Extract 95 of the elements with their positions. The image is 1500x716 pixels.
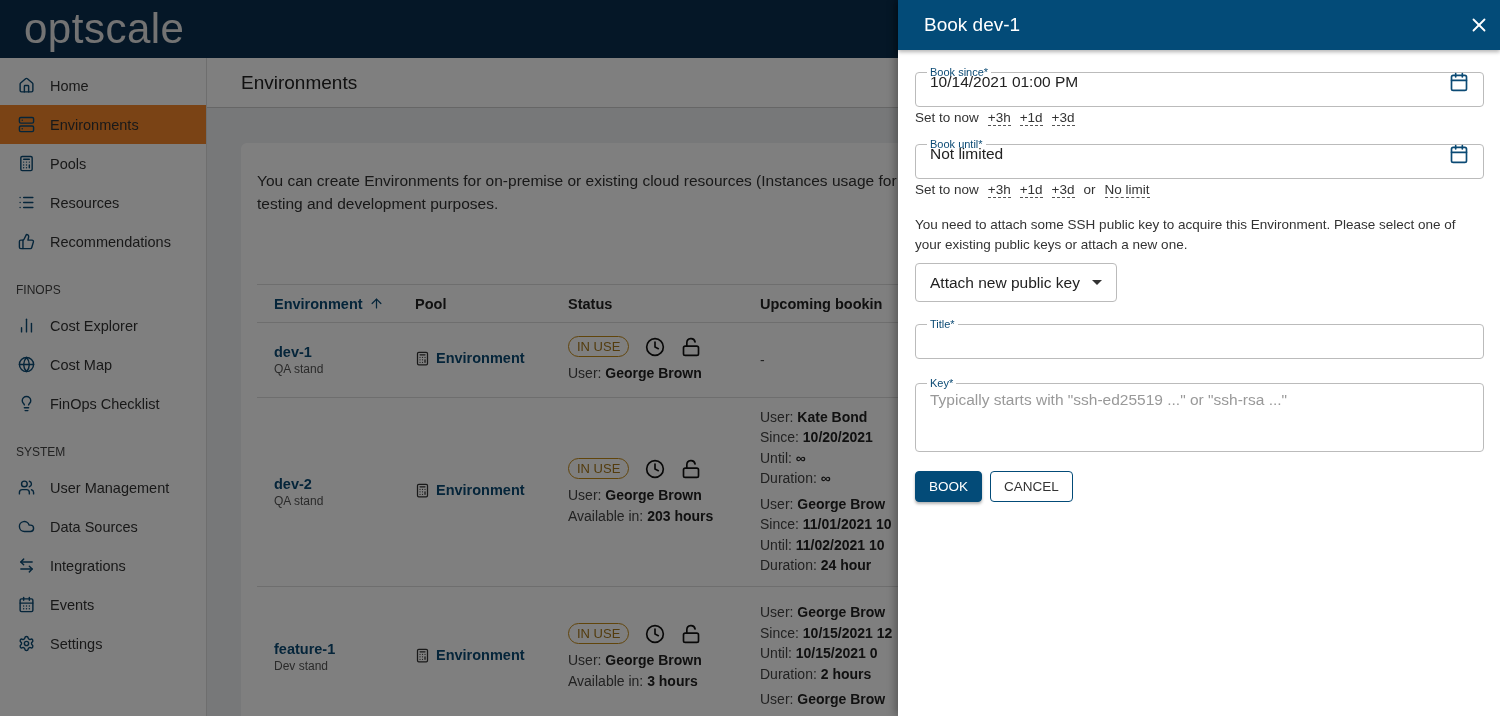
environment-stand: QA stand [274,494,325,508]
booking-detail: Duration: ∞ [760,469,832,488]
column-header[interactable]: Upcoming bookin [760,295,898,312]
availability-text: Available in: 203 hours [568,506,715,526]
calculator-icon [18,155,35,172]
date-field[interactable]: Book until* Not limited [915,138,1484,179]
column-header[interactable]: Pool [415,295,568,312]
booking-detail: Since: 11/01/2021 10 [760,515,893,534]
status-user: User: George Brown [568,651,703,670]
environment-stand: QA stand [274,362,325,376]
cancel-button[interactable]: CANCEL [990,471,1073,502]
globe-icon [18,356,35,373]
nav-item[interactable]: Home [0,66,206,105]
calculator-icon [415,482,430,498]
title-field[interactable]: Title* [915,318,1484,359]
set-now-link[interactable]: Set to now [915,110,979,125]
arrows-icon [18,557,35,574]
pool-link[interactable]: Environment [415,482,525,499]
column-header[interactable]: Environment [257,295,415,312]
booking-detail: Until: 10/15/2021 0 [760,644,879,664]
drawer-title: Book dev-1 [924,14,1021,36]
booking-detail: Until: 11/02/2021 10 [760,535,886,555]
column-header[interactable]: Status [568,295,760,312]
calculator-icon [415,350,430,366]
lock-icon[interactable] [681,336,702,357]
key-input[interactable]: Typically starts with "ssh-ed25519 ..." or "ssh-rsa ..." [930,391,1469,431]
booking-detail: Duration: 2 hours [760,664,873,684]
clock-icon[interactable] [645,623,666,644]
shortcut-link[interactable]: +3h [987,182,1011,198]
date-field[interactable]: Book since* 10/14/2021 01:00 PM [915,66,1484,107]
calculator-icon [415,647,430,663]
thumbs-up-icon [18,233,35,250]
calendar-icon[interactable] [1449,144,1469,164]
settings-icon [18,635,35,652]
environment-name[interactable]: dev-2 [274,476,415,492]
shortcut-link[interactable]: +3d [1051,182,1075,198]
nav-item[interactable]: Data Sources [0,507,206,546]
set-now-link[interactable]: Set to now [915,182,979,197]
environment-name[interactable]: feature-1 [274,641,415,657]
page-description: You can create Environments for on-premise or existing cloud resources (Instances usage for testing and development purposes. [257,171,898,214]
nav-item[interactable]: FinOps Checklist [0,384,206,423]
status-user: User: George Brown [568,486,703,505]
calendar-icon [18,596,35,613]
booking-detail: User: George Brow [760,603,887,623]
booking-detail: User: Kate Bond [760,407,869,427]
booking-detail: Since: 10/15/2021 12 [760,623,894,643]
environment-stand: Dev stand [274,659,330,673]
booking-detail: User: George Brow [760,494,887,514]
lock-icon[interactable] [681,458,702,479]
lock-icon[interactable] [681,623,702,644]
server-icon [18,116,35,133]
page-title: Environments [241,71,358,94]
clock-icon[interactable] [645,458,666,479]
shortcut-link[interactable]: +1d [1019,110,1043,126]
booking-detail: User: George Brow [760,690,887,710]
shortcut-link[interactable]: +3h [987,110,1011,126]
key-field[interactable]: Key* Typically starts with "ssh-ed25519 ..." or "ssh-rsa ..." [915,377,1484,452]
nav-item[interactable]: Integrations [0,546,206,585]
booking-detail: Until: ∞ [760,448,807,468]
nav-item[interactable]: Cost Map [0,345,206,384]
booking-detail: Duration: 24 hour [760,556,873,575]
nav-item[interactable]: User Management [0,468,206,507]
nav-item[interactable]: Cost Explorer [0,306,206,345]
cloud-icon [18,518,35,535]
section-heading: SYSTEM [15,444,67,461]
or-text: or [1083,182,1096,197]
clock-icon[interactable] [645,336,666,357]
home-icon [18,77,35,94]
caret-icon [1091,280,1102,285]
pool-link[interactable]: Environment [415,350,525,367]
field-label: Title* [929,318,956,330]
users-icon [18,479,35,496]
environment-name[interactable]: dev-1 [274,344,415,360]
field-label: Key* [929,377,955,389]
nav-item[interactable]: Resources [0,183,206,222]
shortcut-link[interactable]: +1d [1019,182,1043,198]
shortcut-link[interactable]: No limit [1104,182,1150,198]
empty-booking: - [760,350,766,370]
nav-item[interactable]: Settings [0,624,206,663]
availability-text: Available in: 3 hours [568,671,699,691]
ssh-key-notice: You need to attach some SSH public key to acquire this Environment. Please select one of your existing public keys or attach a new one. [915,216,1457,254]
pool-link[interactable]: Environment [415,647,525,664]
nav-item[interactable]: Pools [0,144,206,183]
booking-detail: Since: 10/20/2021 [760,428,874,447]
list-icon [18,194,35,211]
nav-item[interactable]: Events [0,585,206,624]
calendar-icon[interactable] [1449,72,1469,92]
key-select[interactable]: Attach new public key [915,263,1117,302]
book-button[interactable]: BOOK [915,471,982,502]
status-user: User: George Brown [568,364,703,384]
bar-chart-icon [18,317,35,334]
shortcut-link[interactable]: +3d [1051,110,1075,126]
nav-item[interactable]: Recommendations [0,222,206,261]
section-heading: FINOPS [15,282,62,299]
app-logo: optscale [24,5,185,53]
